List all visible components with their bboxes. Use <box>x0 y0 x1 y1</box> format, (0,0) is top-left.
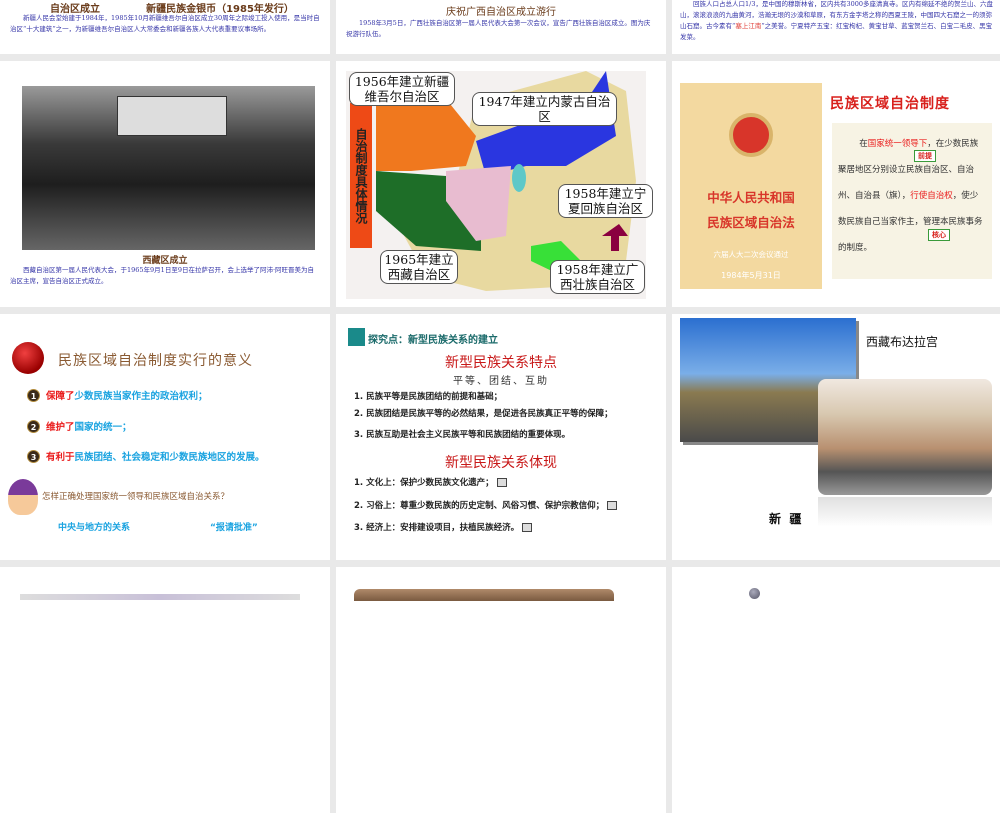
slide-thumbnail-10[interactable] <box>0 567 330 813</box>
slide-title: 民族区域自治制度实行的意义 <box>58 353 253 369</box>
section-heading: 探究点：新型民族关系的建立 <box>368 335 498 346</box>
book-icon[interactable] <box>522 523 533 532</box>
globe-icon <box>12 342 44 374</box>
question: 怎样正确处理国家统一领导和民族区域自治关系？ <box>42 492 230 502</box>
slide-thumbnail-1[interactable]: 自治区成立 新疆民族金银币（1985年发行） 新疆人民会堂始建于1984年，19… <box>0 0 330 54</box>
feature-point: 3. 民族互助是社会主义民族平等和民族团结的重要体现。 <box>354 430 571 440</box>
tag-core: 核心 <box>928 229 950 241</box>
slide-paragraph: 1958年3月5日，广西壮族自治区第一届人民代表大会第一次会议，宣告广西壮族自治… <box>346 19 651 38</box>
slide-thumbnail-4[interactable]: 西藏区成立 西藏自治区第一届人民代表大会，于1965年9月1日至9日在拉萨召开，… <box>0 61 330 307</box>
label-xinjiang: 新 疆 <box>769 512 802 526</box>
answer-left: 中央与地方的关系 <box>58 523 131 533</box>
photo-reflection <box>818 497 992 527</box>
answer-right: “报请批准” <box>210 523 258 533</box>
slide-thumbnail-3[interactable]: 回族人口占总人口1/3，是中国的穆斯林省，区内共有3000多座清真寺。区内有绵延… <box>672 0 1000 54</box>
manifestation-point: 3. 经济上：安排建设项目，扶植民族经济。 <box>354 521 533 533</box>
title-manifestation: 新型民族关系体现 <box>445 455 557 471</box>
manifestation-point: 2. 习俗上：尊重少数民族的历史定制、风俗习惯、保护宗教信仰； <box>354 499 618 511</box>
slide-thumbnail-9[interactable]: 西藏布达拉宫 新 疆 <box>672 314 1000 560</box>
caption: 庆祝广西自治区成立游行 <box>446 7 556 18</box>
list-item: 3 有利于民族团结、社会稳定和少数民族地区的发展。 <box>27 449 265 463</box>
slide-thumbnail-7[interactable]: 民族区域自治制度实行的意义 1 保障了少数民族当家作主的政治权利； 2 维护了国家的… <box>0 314 330 560</box>
book-title-2: 民族区域自治法 <box>707 215 795 230</box>
definition-text: 在国家统一领导下，在少数民族聚居地区分别设立民族自治区、自治州、自治县（旗），行… <box>832 123 992 279</box>
feature-point: 1. 民族平等是民族团结的前提和基础； <box>354 392 503 402</box>
slide-thumbnail-2[interactable]: 庆祝广西自治区成立游行 1958年3月5日，广西壮族自治区第一届人民代表大会第一… <box>336 0 666 54</box>
manifestation-point: 1. 文化上：保护少数民族文化遗产； <box>354 476 507 488</box>
bullet-icon <box>749 588 760 599</box>
slide-thumbnail-8[interactable]: 探究点：新型民族关系的建立 新型民族关系特点 平等、团结、互助 1. 民族平等是… <box>336 314 666 560</box>
law-book-cover: 中华人民共和国 民族区域自治法 六届人大二次会议通过 1984年5月31日 <box>680 83 822 289</box>
list-item: 2 维护了国家的统一； <box>27 419 132 433</box>
slide-paragraph: 新疆人民会堂始建于1984年，1985年10月新疆维吾尔自治区成立30周年之际竣… <box>10 14 320 33</box>
slide-thumbnail-6[interactable]: 中华人民共和国 民族区域自治法 六届人大二次会议通过 1984年5月31日 民族… <box>672 61 1000 307</box>
slide-image <box>20 594 300 600</box>
mountain-image <box>354 589 614 601</box>
book-icon[interactable] <box>607 501 618 510</box>
title-features: 新型民族关系特点 <box>445 355 557 371</box>
slide-paragraph: 西藏自治区第一届人民代表大会，于1965年9月1日至9日在拉萨召开，会上选举了阿… <box>10 266 315 285</box>
list-item: 1 保障了少数民族当家作主的政治权利； <box>27 388 208 402</box>
book-date: 1984年5月31日 <box>721 271 781 280</box>
book-title: 中华人民共和国 <box>707 190 795 205</box>
label-tibet: 1965年建立西藏自治区 <box>380 250 458 284</box>
slide-paragraph: 回族人口占总人口1/3，是中国的穆斯林省，区内共有3000多座清真寺。区内有绵延… <box>680 0 994 41</box>
book-icon[interactable] <box>496 478 507 487</box>
label-xinjiang: 1956年建立新疆维吾尔自治区 <box>349 72 455 106</box>
label-potala: 西藏布达拉宫 <box>866 335 939 349</box>
book-subtitle: 六届人大二次会议通过 <box>713 250 789 259</box>
photo-xinjiang <box>818 379 992 495</box>
slide-thumbnail-11[interactable] <box>336 567 666 813</box>
tag-premise: 前提 <box>914 150 936 162</box>
slide-title: 民族区域自治制度 <box>830 96 950 112</box>
feature-point: 2. 民族团结是民族平等的必然结果，是促进各民族真正平等的保障； <box>354 409 613 419</box>
cartoon-girl-icon <box>8 479 38 515</box>
side-title: 自治制度具体情况 <box>350 103 372 248</box>
slide-thumbnail-12[interactable] <box>672 567 1000 813</box>
label-guangxi: 1958年建立广西壮族自治区 <box>550 260 645 294</box>
label-ningxia: 1958年建立宁夏回族自治区 <box>558 184 653 218</box>
photo-assembly <box>22 86 315 250</box>
subtitle-features: 平等、团结、互助 <box>453 376 549 387</box>
label-inner-mongolia: 1947年建立内蒙古自治区 <box>472 92 617 126</box>
heading-marker-icon <box>348 328 365 346</box>
slide-thumbnail-5[interactable]: 自治制度具体情况 1956年建立新疆维吾尔自治区 1947年建立内蒙古自治区 1… <box>336 61 666 307</box>
national-emblem-icon <box>729 113 773 157</box>
